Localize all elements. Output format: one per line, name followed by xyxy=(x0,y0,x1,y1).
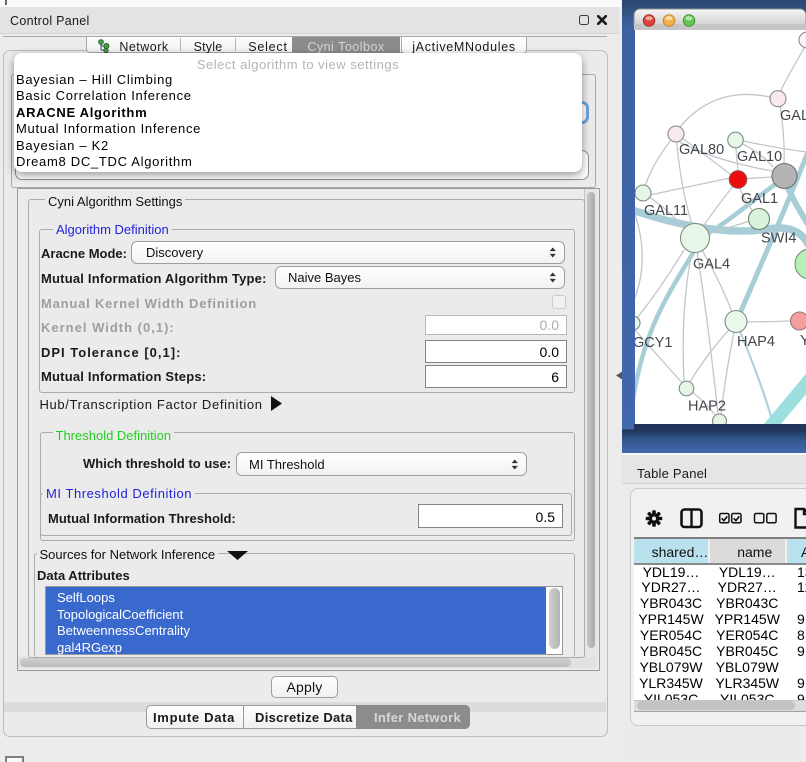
svg-text:GAL80: GAL80 xyxy=(679,142,724,158)
svg-text:GAL11: GAL11 xyxy=(644,203,688,219)
svg-text:HAP4: HAP4 xyxy=(737,334,775,350)
svg-text:GAL4: GAL4 xyxy=(693,257,730,273)
svg-text:GAL10: GAL10 xyxy=(737,149,782,165)
svg-text:HAP2: HAP2 xyxy=(688,399,726,415)
svg-text:GAL1: GAL1 xyxy=(741,191,778,207)
svg-text:SWI4: SWI4 xyxy=(761,231,796,247)
svg-text:GCY1: GCY1 xyxy=(633,335,673,351)
svg-text:Y: Y xyxy=(800,333,806,349)
svg-text:GAL: GAL xyxy=(780,108,806,124)
